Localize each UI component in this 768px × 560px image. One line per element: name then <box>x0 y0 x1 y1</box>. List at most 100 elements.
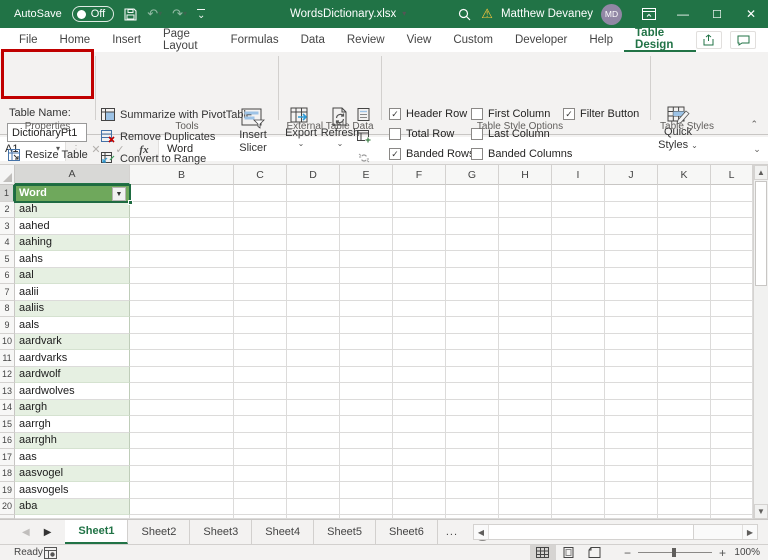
ribbon-display-options-icon[interactable] <box>632 0 666 28</box>
cell-h7[interactable] <box>499 284 552 301</box>
cell-c5[interactable] <box>234 251 287 268</box>
cell-a16[interactable]: aarrghh <box>15 432 130 449</box>
row-header-17[interactable]: 17 <box>0 449 15 466</box>
cell-d13[interactable] <box>287 383 340 400</box>
row-header-16[interactable]: 16 <box>0 432 15 449</box>
cell-e8[interactable] <box>340 300 393 317</box>
checkbox-first-column[interactable]: First Column <box>471 108 550 120</box>
cell-k13[interactable] <box>658 383 711 400</box>
cell-b7[interactable] <box>130 284 234 301</box>
cell-b14[interactable] <box>130 399 234 416</box>
cell-e10[interactable] <box>340 333 393 350</box>
ribbon-tab-formulas[interactable]: Formulas <box>220 28 290 52</box>
checkbox-banded-columns[interactable]: Banded Columns <box>471 148 572 160</box>
cell-h8[interactable] <box>499 300 552 317</box>
cell-c13[interactable] <box>234 383 287 400</box>
cell-g10[interactable] <box>446 333 499 350</box>
cell-h6[interactable] <box>499 267 552 284</box>
cell-e12[interactable] <box>340 366 393 383</box>
ribbon-tab-custom[interactable]: Custom <box>442 28 504 52</box>
cell-l17[interactable] <box>711 449 753 466</box>
cell-c8[interactable] <box>234 300 287 317</box>
row-header-9[interactable]: 9 <box>0 317 15 334</box>
row-header-20[interactable]: 20 <box>0 498 15 515</box>
cell-d1[interactable] <box>287 185 340 202</box>
cell-a2[interactable]: aah <box>15 201 130 218</box>
cell-i14[interactable] <box>552 399 605 416</box>
row-header-4[interactable]: 4 <box>0 234 15 251</box>
cell-e18[interactable] <box>340 465 393 482</box>
cell-b4[interactable] <box>130 234 234 251</box>
cell-e9[interactable] <box>340 317 393 334</box>
zoom-in-icon[interactable]: + <box>719 546 726 560</box>
cell-g6[interactable] <box>446 267 499 284</box>
cell-j19[interactable] <box>605 482 658 499</box>
cell-j12[interactable] <box>605 366 658 383</box>
cell-h19[interactable] <box>499 482 552 499</box>
cell-d9[interactable] <box>287 317 340 334</box>
cell-f11[interactable] <box>393 350 446 367</box>
scroll-left-icon[interactable]: ◀ <box>474 525 489 539</box>
cell-k17[interactable] <box>658 449 711 466</box>
cell-l8[interactable] <box>711 300 753 317</box>
column-header-l[interactable]: L <box>711 165 753 185</box>
cell-k12[interactable] <box>658 366 711 383</box>
cell-j18[interactable] <box>605 465 658 482</box>
column-header-i[interactable]: I <box>552 165 605 185</box>
row-header-19[interactable]: 19 <box>0 482 15 499</box>
cell-e2[interactable] <box>340 201 393 218</box>
cell-i10[interactable] <box>552 333 605 350</box>
minimize-button[interactable]: — <box>666 0 700 28</box>
cell-f13[interactable] <box>393 383 446 400</box>
share-icon[interactable] <box>696 31 722 49</box>
ribbon-tab-review[interactable]: Review <box>336 28 396 52</box>
cell-f16[interactable] <box>393 432 446 449</box>
cell-e20[interactable] <box>340 498 393 515</box>
cell-k20[interactable] <box>658 498 711 515</box>
cell-b9[interactable] <box>130 317 234 334</box>
cell-j17[interactable] <box>605 449 658 466</box>
cell-l13[interactable] <box>711 383 753 400</box>
cell-b5[interactable] <box>130 251 234 268</box>
cell-d10[interactable] <box>287 333 340 350</box>
cell-e16[interactable] <box>340 432 393 449</box>
cell-h11[interactable] <box>499 350 552 367</box>
cell-a15[interactable]: aarrgh <box>15 416 130 433</box>
row-header-7[interactable]: 7 <box>0 284 15 301</box>
cell-c14[interactable] <box>234 399 287 416</box>
cell-l5[interactable] <box>711 251 753 268</box>
cell-c20[interactable] <box>234 498 287 515</box>
ribbon-tab-table-design[interactable]: Table Design <box>624 27 696 52</box>
cell-b16[interactable] <box>130 432 234 449</box>
cell-d2[interactable] <box>287 201 340 218</box>
cell-k4[interactable] <box>658 234 711 251</box>
cell-b6[interactable] <box>130 267 234 284</box>
scroll-up-icon[interactable]: ▲ <box>754 165 768 180</box>
cell-g20[interactable] <box>446 498 499 515</box>
cell-g3[interactable] <box>446 218 499 235</box>
cell-k3[interactable] <box>658 218 711 235</box>
cell-c10[interactable] <box>234 333 287 350</box>
row-header-5[interactable]: 5 <box>0 251 15 268</box>
zoom-out-icon[interactable]: − <box>624 546 631 560</box>
cell-l3[interactable] <box>711 218 753 235</box>
cell-l6[interactable] <box>711 267 753 284</box>
maximize-button[interactable]: ☐ <box>700 0 734 28</box>
cell-e1[interactable] <box>340 185 393 202</box>
cell-i20[interactable] <box>552 498 605 515</box>
cell-a19[interactable]: aasvogels <box>15 482 130 499</box>
row-header-10[interactable]: 10 <box>0 333 15 350</box>
cell-g9[interactable] <box>446 317 499 334</box>
column-header-a[interactable]: A <box>15 165 130 185</box>
resize-table-button[interactable]: Resize Table <box>8 149 88 161</box>
cell-b3[interactable] <box>130 218 234 235</box>
cell-l18[interactable] <box>711 465 753 482</box>
cell-g16[interactable] <box>446 432 499 449</box>
redo-icon[interactable]: ↷ ▾ <box>172 6 187 22</box>
checkbox-header-row[interactable]: ✓ Header Row <box>389 108 467 120</box>
sheet-tab-sheet4[interactable]: Sheet4 <box>252 520 315 544</box>
cell-a4[interactable]: aahing <box>15 234 130 251</box>
zoom-slider-thumb[interactable] <box>671 548 676 557</box>
cell-g11[interactable] <box>446 350 499 367</box>
cell-c16[interactable] <box>234 432 287 449</box>
